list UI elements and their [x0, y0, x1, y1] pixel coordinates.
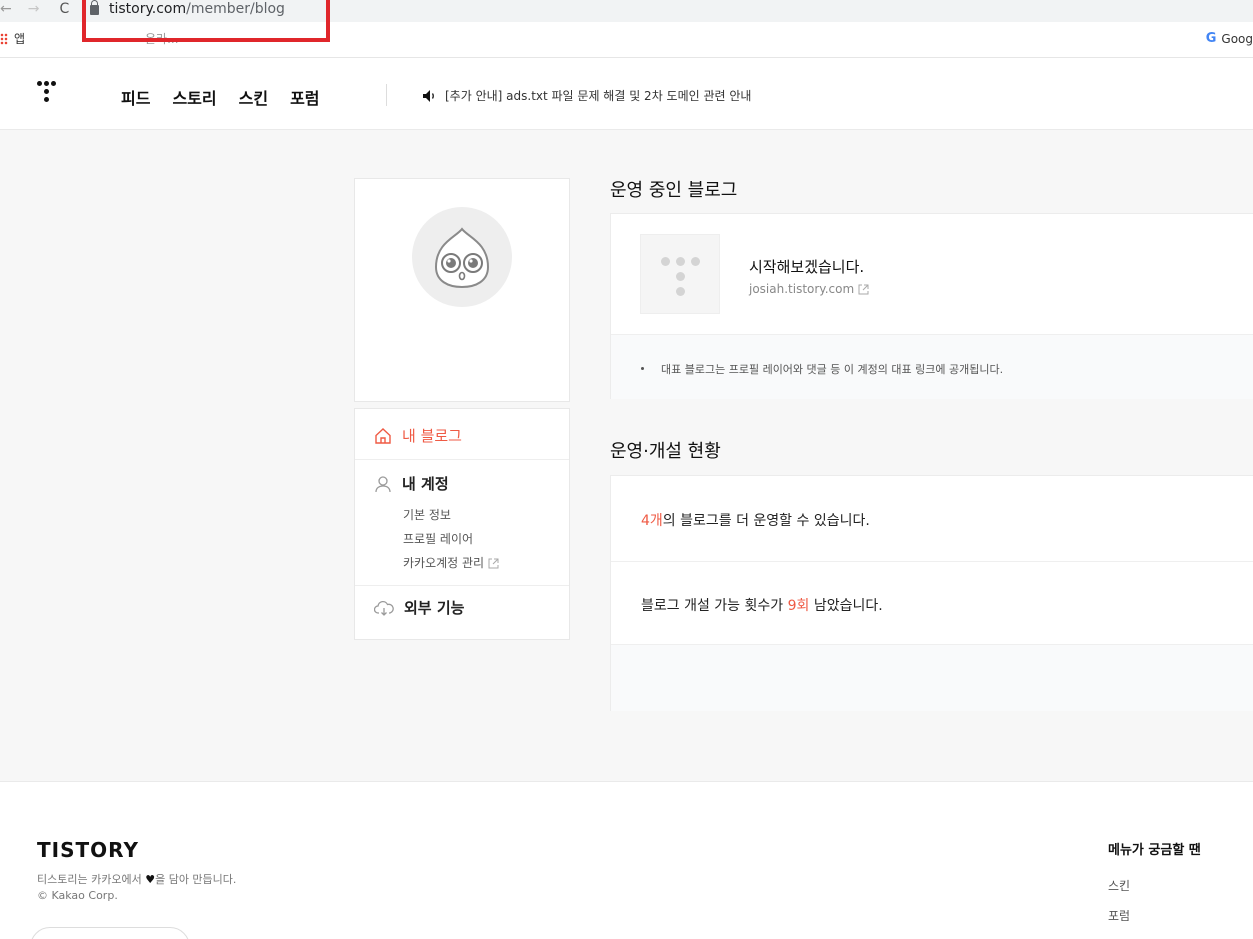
submenu-kakao-label: 카카오계정 관리 [403, 556, 485, 570]
footer-copyright: © Kakao Corp. [37, 889, 118, 902]
bookmarks-bar: 앱 온라... G Goog [0, 22, 1253, 58]
browser-address-bar: ← → C tistory.com/member/blog [0, 0, 1253, 22]
home-icon [375, 427, 391, 444]
user-icon [375, 475, 391, 492]
avatar[interactable] [412, 207, 512, 307]
site-footer: TISTORY 티스토리는 카카오에서 ♥을 담아 만듭니다. © Kakao … [0, 781, 1253, 939]
footer-select[interactable] [30, 927, 190, 939]
nav-divider [386, 84, 387, 106]
sidebar-item-label: 외부 기능 [404, 599, 465, 617]
status-row-blogs-left: 4개의 블로그를 더 운영할 수 있습니다. [641, 510, 870, 530]
blog-name[interactable]: 시작해보겠습니다. [749, 256, 864, 277]
divider [355, 459, 569, 460]
bookmark-google-label: Goog [1221, 31, 1253, 46]
status-row-create-left: 블로그 개설 가능 횟수가 9회 남았습니다. [641, 595, 883, 615]
submenu-profile-layer[interactable]: 프로필 레이어 [403, 527, 499, 551]
nav-forum[interactable]: 포럼 [290, 85, 319, 109]
highlight-count: 9회 [787, 598, 810, 614]
blog-url-link[interactable]: josiah.tistory.com [749, 282, 869, 296]
footer-tagline-post: 을 담아 만듭니다. [155, 873, 237, 886]
forward-icon[interactable]: → [28, 1, 40, 17]
footer-logo[interactable]: TISTORY [37, 838, 139, 862]
nav-story[interactable]: 스토리 [172, 85, 216, 109]
sidebar-item-label: 내 계정 [402, 475, 449, 493]
apps-grid-icon[interactable] [0, 33, 8, 45]
status-row-text: 의 블로그를 더 운영할 수 있습니다. [662, 513, 870, 529]
sidebar-item-my-blog[interactable]: 내 블로그 [374, 425, 462, 446]
site-header: 피드 스토리 스킨 포럼 [추가 안내] ads.txt 파일 문제 해결 및 … [0, 58, 1253, 130]
cloud-download-icon [374, 600, 394, 616]
blog-note: 대표 블로그는 프로필 레이어와 댓글 등 이 계정의 대표 링크에 공개됩니다… [611, 334, 1253, 399]
blog-url-text: josiah.tistory.com [749, 282, 855, 296]
sidebar-item-label: 내 블로그 [402, 427, 462, 445]
divider [611, 561, 1253, 562]
url-path: /member/blog [186, 1, 285, 17]
sidebar-menu: 내 블로그 내 계정 기본 정보 프로필 레이어 카카오계정 관리 외부 기능 [354, 408, 570, 640]
status-card: 4개의 블로그를 더 운영할 수 있습니다. 블로그 개설 가능 횟수가 9회 … [610, 475, 1253, 711]
blog-card: 시작해보겠습니다. josiah.tistory.com 대표 블로그는 프로필… [610, 213, 1253, 399]
character-face-icon [434, 227, 490, 289]
profile-card [354, 178, 570, 402]
submenu-basic-info[interactable]: 기본 정보 [403, 503, 499, 527]
status-footer-area [611, 644, 1253, 711]
footer-link-forum[interactable]: 포럼 [1108, 907, 1130, 924]
external-link-icon [488, 558, 499, 568]
browser-nav: ← → C [0, 0, 69, 18]
highlight-count: 4개 [641, 513, 663, 529]
footer-menu-title: 메뉴가 궁금할 땐 [1108, 843, 1201, 858]
footer-tagline-pre: 티스토리는 카카오에서 [37, 873, 146, 886]
footer-tagline: 티스토리는 카카오에서 ♥을 담아 만듭니다. [37, 871, 236, 887]
bookmark-item[interactable]: 온라... [145, 30, 179, 47]
main-nav: 피드 스토리 스킨 포럼 [121, 85, 320, 109]
notice-text: [추가 안내] ads.txt 파일 문제 해결 및 2차 도메인 관련 안내 [445, 89, 752, 103]
reload-icon[interactable]: C [59, 1, 69, 17]
url-field[interactable]: tistory.com/member/blog [90, 0, 285, 18]
external-link-icon [858, 284, 869, 294]
bookmark-apps[interactable]: 앱 [14, 30, 25, 47]
speaker-icon [423, 89, 434, 102]
blog-thumbnail[interactable] [640, 234, 720, 314]
status-row-text: 블로그 개설 가능 횟수가 [641, 598, 788, 614]
back-icon[interactable]: ← [0, 1, 12, 17]
bullet-dot [641, 367, 644, 370]
google-icon: G [1205, 31, 1217, 46]
notice-link[interactable]: [추가 안내] ads.txt 파일 문제 해결 및 2차 도메인 관련 안내 [423, 87, 751, 104]
section-title-status: 운영·개설 현황 [610, 441, 721, 462]
account-submenu: 기본 정보 프로필 레이어 카카오계정 관리 [403, 503, 499, 575]
section-title-blogs: 운영 중인 블로그 [610, 180, 738, 201]
nav-feed[interactable]: 피드 [121, 85, 150, 109]
blog-note-text: 대표 블로그는 프로필 레이어와 댓글 등 이 계정의 대표 링크에 공개됩니다… [661, 363, 1004, 376]
sidebar-item-external[interactable]: 외부 기능 [374, 597, 464, 618]
submenu-kakao-account[interactable]: 카카오계정 관리 [403, 551, 499, 575]
divider [355, 585, 569, 586]
nav-skin[interactable]: 스킨 [239, 85, 268, 109]
url-host: tistory.com [109, 1, 187, 17]
lock-icon [90, 0, 99, 15]
status-row-text: 남았습니다. [809, 598, 883, 614]
heart-icon: ♥ [145, 873, 156, 886]
footer-link-skin[interactable]: 스킨 [1108, 877, 1130, 894]
sidebar-item-my-account[interactable]: 내 계정 [374, 473, 449, 494]
bookmark-google[interactable]: G Goog [1206, 31, 1253, 46]
tistory-logo-icon[interactable] [37, 81, 61, 107]
